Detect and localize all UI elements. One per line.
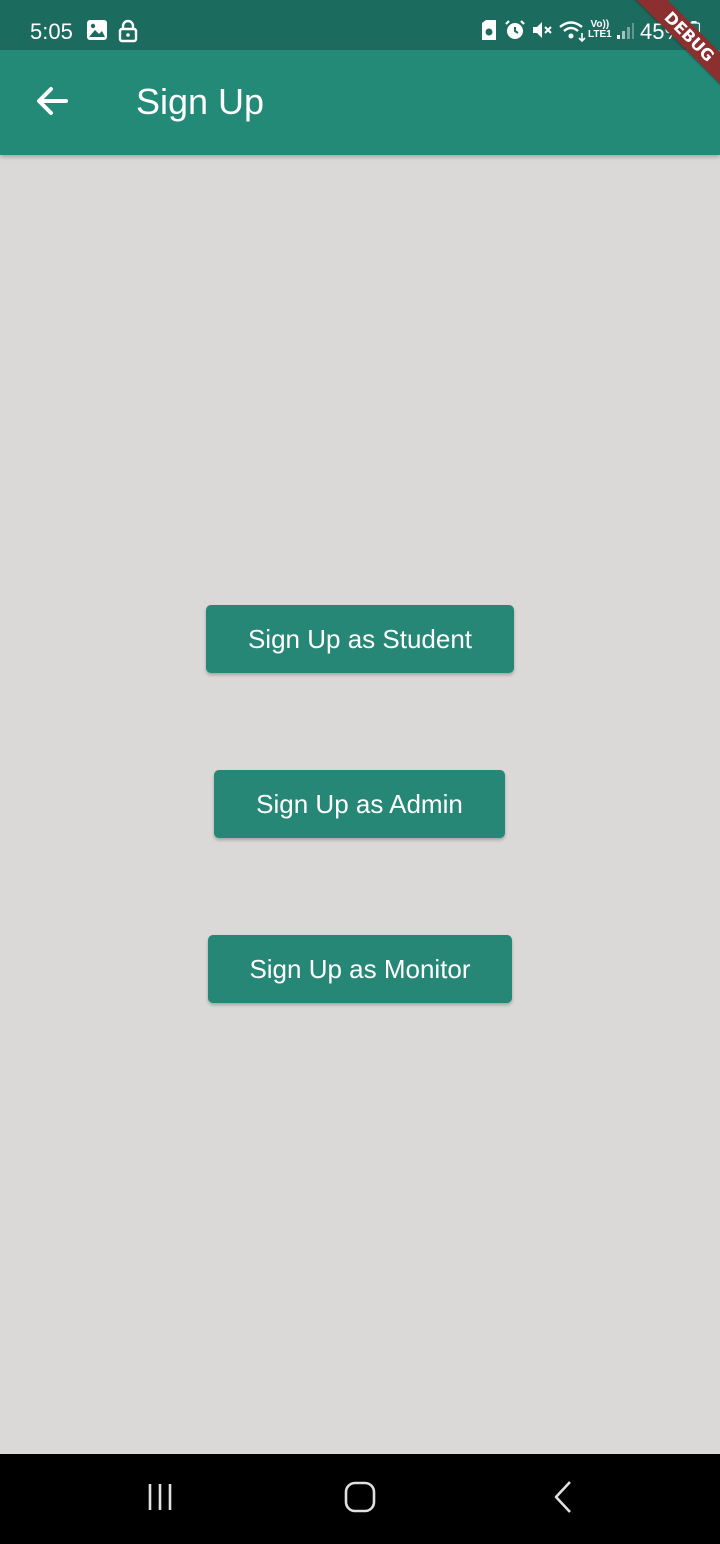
back-icon xyxy=(552,1480,574,1519)
back-button[interactable] xyxy=(24,75,80,131)
sim-icon xyxy=(480,19,498,46)
home-button[interactable] xyxy=(330,1474,390,1524)
status-bar: 5:05 Vo)) LTE1 45% xyxy=(0,0,720,50)
navigation-bar xyxy=(0,1454,720,1544)
lock-icon xyxy=(118,19,138,48)
sign-up-admin-button[interactable]: Sign Up as Admin xyxy=(214,770,505,838)
volte-icon: Vo)) LTE1 xyxy=(588,20,612,40)
page-title: Sign Up xyxy=(136,81,265,122)
signal-icon xyxy=(616,22,634,45)
gallery-icon xyxy=(86,19,108,46)
recent-apps-icon xyxy=(145,1483,175,1516)
back-nav-button[interactable] xyxy=(533,1474,593,1524)
sign-up-monitor-button[interactable]: Sign Up as Monitor xyxy=(208,935,512,1003)
arrow-back-icon xyxy=(34,83,70,124)
sign-up-student-button[interactable]: Sign Up as Student xyxy=(206,605,514,673)
wifi-icon xyxy=(558,19,588,48)
volte-label-bottom: LTE1 xyxy=(588,29,612,40)
app-bar: Sign Up xyxy=(0,50,720,155)
home-icon xyxy=(344,1481,376,1518)
mute-icon xyxy=(531,19,553,46)
status-time: 5:05 xyxy=(30,19,73,44)
alarm-icon xyxy=(504,19,526,46)
recent-apps-button[interactable] xyxy=(130,1474,190,1524)
